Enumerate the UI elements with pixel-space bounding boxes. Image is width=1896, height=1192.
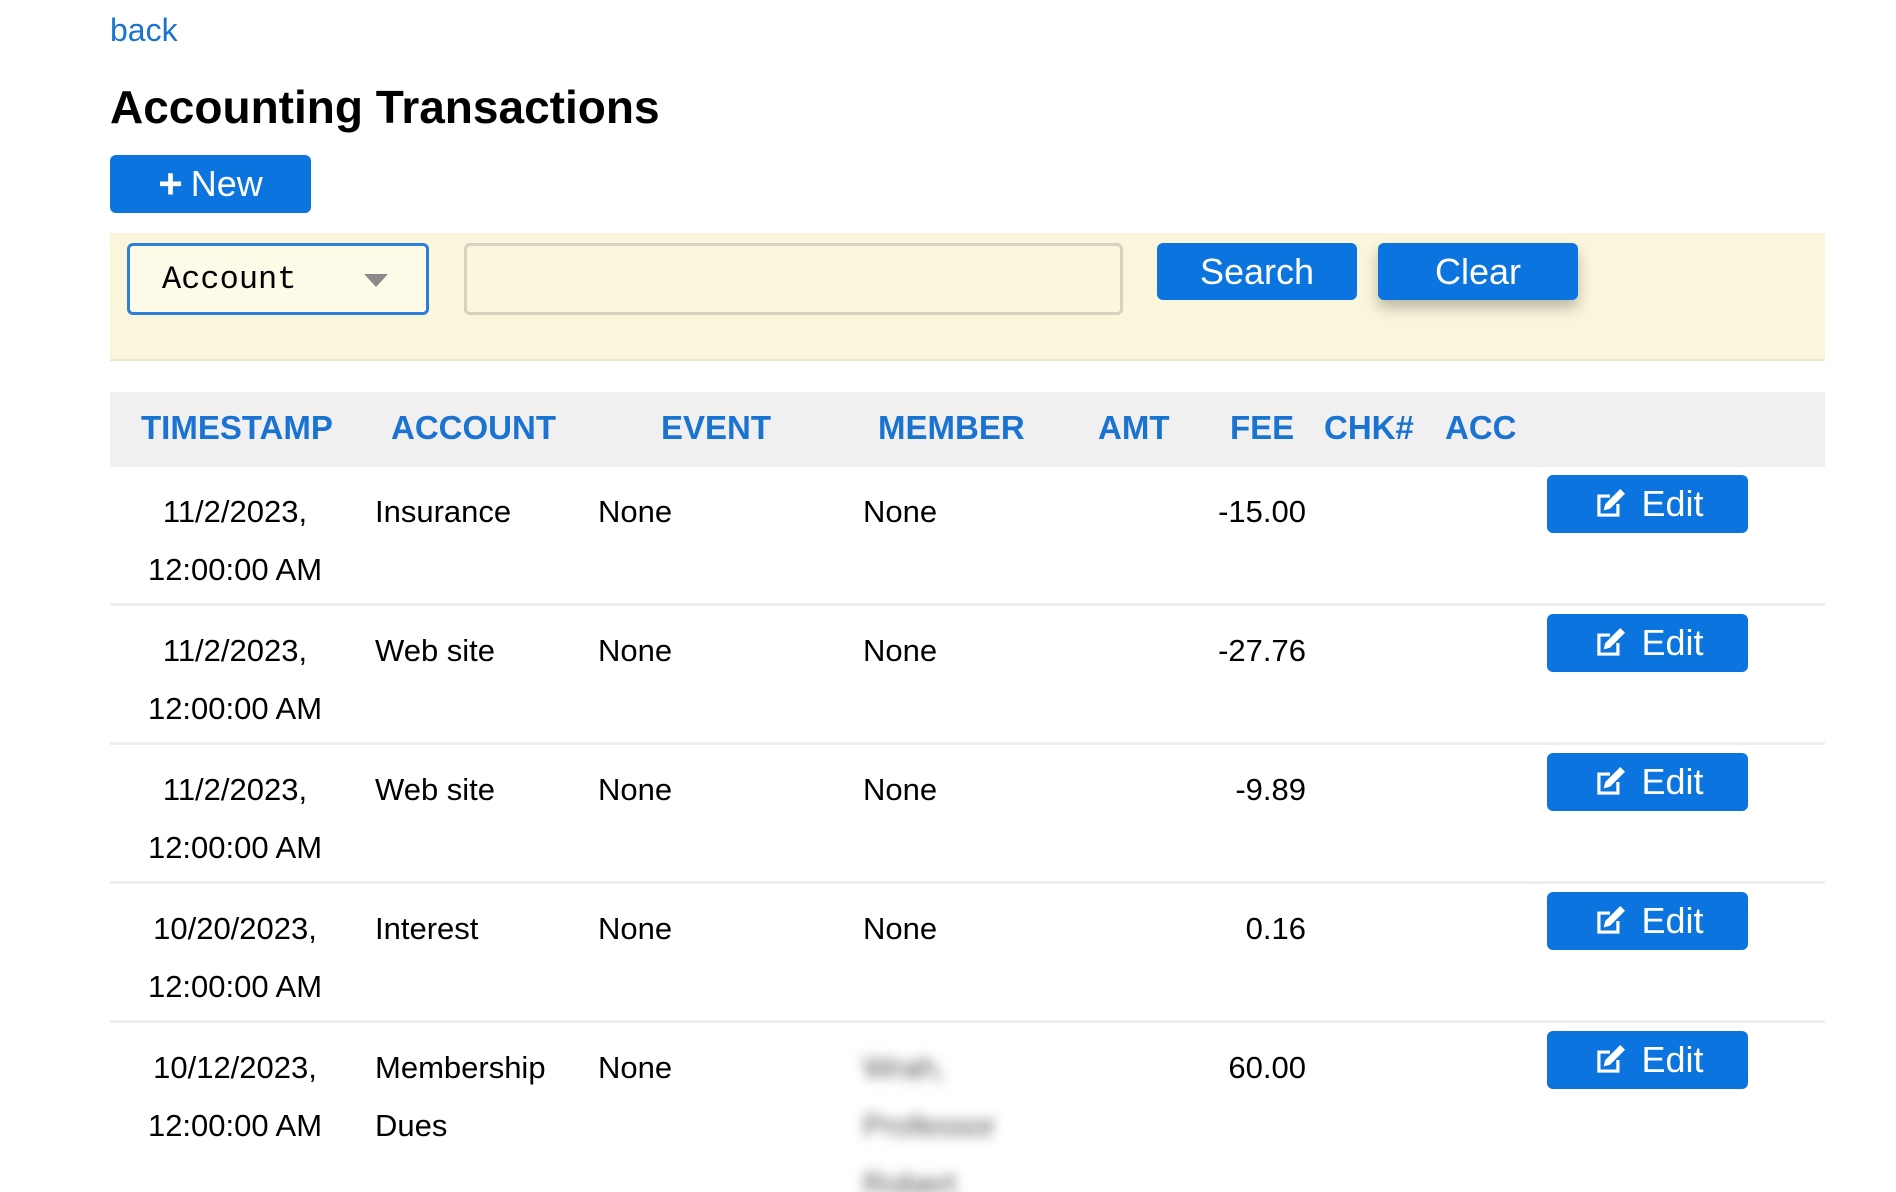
cell-amt: -9.89 (1235, 772, 1306, 807)
cell-account: Insurance (375, 483, 511, 541)
cell-member-redacted: Wrah, Professor Robert (863, 1039, 996, 1192)
edit-button-label: Edit (1641, 1039, 1704, 1080)
timestamp-date: 11/2/2023, (162, 772, 308, 807)
timestamp-time: 12:00:00 AM (147, 691, 323, 726)
new-button[interactable]: + New (110, 155, 311, 213)
new-button-label: New (190, 163, 263, 204)
column-header-timestamp[interactable]: TIMESTAMP (141, 409, 333, 447)
account-line: Dues (375, 1108, 448, 1143)
cell-account: Web site (375, 761, 495, 819)
edit-button[interactable]: Edit (1547, 753, 1748, 811)
cell-event: None (598, 1050, 673, 1085)
table-row: 11/2/2023, 12:00:00 AM Web site None Non… (110, 745, 1825, 884)
timestamp-date: 10/20/2023, (153, 911, 317, 946)
cell-event: None (598, 633, 673, 668)
timestamp-date: 11/2/2023, (162, 633, 308, 668)
edit-button-label: Edit (1641, 483, 1704, 524)
member-line: None (863, 633, 938, 668)
member-line: Wrah, (863, 1050, 946, 1085)
cell-amt: -15.00 (1218, 494, 1306, 529)
member-line: Robert (863, 1166, 957, 1192)
account-line: Insurance (375, 494, 512, 529)
timestamp-date: 11/2/2023, (162, 494, 308, 529)
edit-button[interactable]: Edit (1547, 892, 1748, 950)
cell-account: Web site (375, 622, 495, 680)
edit-icon (1597, 905, 1626, 934)
column-header-event[interactable]: EVENT (661, 409, 771, 447)
cell-event: None (598, 494, 673, 529)
cell-amt: -27.76 (1218, 633, 1306, 668)
cell-amt: 60.00 (1228, 1050, 1306, 1085)
account-line: Web site (375, 772, 496, 807)
edit-button-label: Edit (1641, 900, 1704, 941)
column-header-member[interactable]: MEMBER (878, 409, 1025, 447)
edit-button[interactable]: Edit (1547, 614, 1748, 672)
cell-account: Interest (375, 900, 478, 958)
cell-member: None (863, 761, 937, 819)
plus-icon: + (158, 160, 183, 207)
cell-event: None (598, 772, 673, 807)
column-header-amt[interactable]: AMT (1098, 409, 1169, 447)
timestamp-time: 12:00:00 AM (147, 830, 323, 865)
edit-icon (1597, 488, 1626, 517)
timestamp-date: 10/12/2023, (153, 1050, 317, 1085)
cell-timestamp: 11/2/2023, 12:00:00 AM (110, 622, 360, 738)
column-header-fee[interactable]: FEE (1230, 409, 1294, 447)
cell-timestamp: 10/12/2023, 12:00:00 AM (110, 1039, 360, 1155)
page-title: Accounting Transactions (110, 81, 660, 133)
cell-amt: 0.16 (1245, 911, 1306, 946)
account-line: Interest (375, 911, 479, 946)
member-line: Professor (863, 1108, 996, 1143)
timestamp-time: 12:00:00 AM (147, 1108, 323, 1143)
edit-button-label: Edit (1641, 761, 1704, 802)
table-row: 11/2/2023, 12:00:00 AM Insurance None No… (110, 467, 1825, 606)
edit-button-label: Edit (1641, 622, 1704, 663)
member-line: None (863, 494, 938, 529)
search-field-selected: Account (162, 260, 297, 298)
cell-timestamp: 10/20/2023, 12:00:00 AM (110, 900, 360, 1016)
column-header-acc[interactable]: ACC (1445, 409, 1517, 447)
edit-icon (1597, 627, 1626, 656)
transactions-table: TIMESTAMP ACCOUNT EVENT MEMBER AMT FEE C… (110, 392, 1825, 1192)
edit-icon (1597, 766, 1626, 795)
cell-member: None (863, 622, 937, 680)
edit-icon (1597, 1044, 1626, 1073)
clear-button[interactable]: Clear (1378, 243, 1578, 300)
table-header: TIMESTAMP ACCOUNT EVENT MEMBER AMT FEE C… (110, 392, 1825, 467)
table-row: 11/2/2023, 12:00:00 AM Web site None Non… (110, 606, 1825, 745)
cell-member: None (863, 900, 937, 958)
search-button[interactable]: Search (1157, 243, 1357, 300)
account-line: Web site (375, 633, 496, 668)
search-input[interactable] (464, 243, 1123, 315)
page: back Accounting Transactions + New Accou… (0, 0, 1896, 1192)
column-header-chk[interactable]: CHK# (1324, 409, 1414, 447)
back-link[interactable]: back (110, 12, 178, 49)
cell-timestamp: 11/2/2023, 12:00:00 AM (110, 761, 360, 877)
member-line: None (863, 772, 938, 807)
cell-timestamp: 11/2/2023, 12:00:00 AM (110, 483, 360, 599)
timestamp-time: 12:00:00 AM (147, 552, 323, 587)
member-line: None (863, 911, 938, 946)
cell-event: None (598, 911, 673, 946)
table-row: 10/20/2023, 12:00:00 AM Interest None No… (110, 884, 1825, 1023)
edit-button[interactable]: Edit (1547, 1031, 1748, 1089)
search-field-select[interactable]: Account (127, 243, 429, 315)
column-header-account[interactable]: ACCOUNT (391, 409, 556, 447)
timestamp-time: 12:00:00 AM (147, 969, 323, 1004)
edit-button[interactable]: Edit (1547, 475, 1748, 533)
table-row: 10/12/2023, 12:00:00 AM Membership Dues … (110, 1023, 1825, 1192)
cell-member: None (863, 483, 937, 541)
search-bar: Account Search Clear (110, 233, 1825, 361)
cell-account: Membership Dues (375, 1039, 546, 1155)
account-line: Membership (375, 1050, 546, 1085)
caret-down-icon (364, 274, 388, 287)
